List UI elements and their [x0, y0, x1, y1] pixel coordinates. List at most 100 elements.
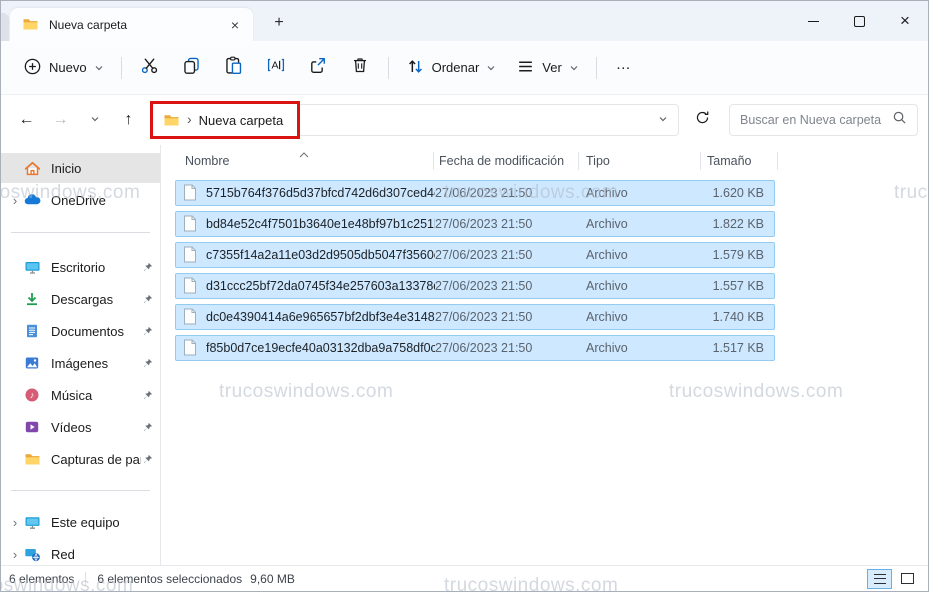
- expand-chevron-icon[interactable]: [7, 547, 23, 562]
- view-button[interactable]: Ver: [506, 50, 589, 86]
- sidebar-pinned-group: Escritorio Descargas Documentos: [1, 252, 160, 474]
- sidebar-item[interactable]: Escritorio: [1, 252, 160, 282]
- sidebar-item[interactable]: Capturas de pan: [1, 444, 160, 474]
- view-toggles: [864, 569, 920, 589]
- recent-locations-button[interactable]: [79, 105, 110, 136]
- cloud-icon: [23, 191, 41, 209]
- file-date: 27/06/2023 21:50: [435, 310, 579, 324]
- sidebar-item[interactable]: Inicio: [1, 153, 160, 183]
- column-header-type[interactable]: Tipo: [579, 154, 700, 168]
- sidebar-item[interactable]: OneDrive: [1, 185, 160, 215]
- sidebar-top-group: Inicio OneDrive: [1, 153, 160, 215]
- plus-circle-icon: [23, 57, 42, 79]
- file-date: 27/06/2023 21:50: [435, 279, 579, 293]
- maximize-button[interactable]: [836, 1, 882, 41]
- search-input[interactable]: Buscar en Nueva carpeta: [729, 104, 918, 136]
- refresh-button[interactable]: [686, 104, 718, 136]
- sidebar-item-label: OneDrive: [51, 193, 141, 208]
- expand-chevron-icon[interactable]: [7, 193, 23, 208]
- breadcrumb-highlight-box[interactable]: Nueva carpeta: [150, 101, 300, 139]
- file-row[interactable]: dc0e4390414a6e965657bf2dbf3e4e3148ae... …: [175, 304, 775, 330]
- sidebar-item[interactable]: Descargas: [1, 284, 160, 314]
- file-date: 27/06/2023 21:50: [435, 248, 579, 262]
- desktop-icon: [23, 258, 41, 276]
- expand-chevron-icon[interactable]: [7, 515, 23, 530]
- paste-button[interactable]: [213, 49, 255, 87]
- toolbar-separator: [596, 57, 597, 79]
- column-header-date[interactable]: Fecha de modificación: [434, 154, 578, 168]
- sidebar-item[interactable]: Este equipo: [1, 507, 160, 537]
- file-date: 27/06/2023 21:50: [435, 186, 579, 200]
- chevron-down-icon: [658, 111, 668, 129]
- new-button[interactable]: Nuevo: [13, 50, 114, 86]
- computer-icon: [23, 513, 41, 531]
- address-bar[interactable]: Nueva carpeta: [151, 104, 679, 136]
- file-icon: [183, 215, 198, 233]
- sidebar-bottom-group: Este equipo Red: [1, 507, 160, 569]
- sidebar-item[interactable]: Documentos: [1, 316, 160, 346]
- address-dropdown-button[interactable]: [658, 111, 668, 129]
- file-row[interactable]: c7355f14a2a11e03d2d9505db5047f3560e9... …: [175, 242, 775, 268]
- share-button[interactable]: [297, 49, 339, 87]
- more-options-button[interactable]: …: [604, 52, 644, 83]
- network-icon: [23, 545, 41, 563]
- forward-button[interactable]: [45, 105, 76, 136]
- file-row[interactable]: d31ccc25bf72da0745f34e257603a13378d8... …: [175, 273, 775, 299]
- pin-icon: [141, 357, 156, 370]
- close-button[interactable]: [882, 1, 928, 41]
- pin-icon: [141, 389, 156, 402]
- delete-button[interactable]: [339, 49, 381, 87]
- file-row[interactable]: f85b0d7ce19ecfe40a03132dba9a758df0cb... …: [175, 335, 775, 361]
- new-tab-button[interactable]: [266, 10, 292, 36]
- music-icon: ♪: [23, 386, 41, 404]
- tab-title: Nueva carpeta: [49, 18, 223, 32]
- column-separator[interactable]: [777, 152, 778, 170]
- tab-nueva-carpeta[interactable]: Nueva carpeta: [10, 8, 253, 41]
- file-icon: [183, 184, 198, 202]
- minimize-icon: [808, 21, 819, 22]
- back-button[interactable]: [11, 105, 42, 136]
- file-type: Archivo: [579, 248, 700, 262]
- file-size: 1.740 KB: [700, 310, 774, 324]
- file-row[interactable]: 5715b764f376d5d37bfcd742d6d307ced4e... 2…: [175, 180, 775, 206]
- sidebar-item[interactable]: Vídeos: [1, 412, 160, 442]
- column-header-size[interactable]: Tamaño: [701, 154, 777, 168]
- view-button-label: Ver: [542, 60, 562, 75]
- explorer-body: Inicio OneDrive: [1, 145, 928, 565]
- copy-icon: [182, 56, 201, 80]
- column-header-name[interactable]: Nombre: [175, 145, 433, 177]
- breadcrumb-folder[interactable]: Nueva carpeta: [199, 113, 284, 128]
- up-button[interactable]: [113, 105, 144, 136]
- sidebar-item[interactable]: ♪ Música: [1, 380, 160, 410]
- sort-button[interactable]: Ordenar: [396, 50, 507, 86]
- toolbar-separator: [388, 57, 389, 79]
- svg-text:♪: ♪: [30, 390, 35, 400]
- sidebar-item-label: Descargas: [51, 292, 141, 307]
- file-row[interactable]: bd84e52c4f7501b3640e1e48bf97b1c251b... 2…: [175, 211, 775, 237]
- image-icon: [23, 354, 41, 372]
- file-name: c7355f14a2a11e03d2d9505db5047f3560e9...: [206, 248, 435, 262]
- folder-icon: [23, 450, 41, 468]
- large-icons-view-button[interactable]: [895, 569, 920, 589]
- tab-bar: Nueva carpeta: [1, 1, 928, 41]
- cut-button[interactable]: [129, 49, 171, 87]
- address-row: Nueva carpeta Buscar en Nueva carpeta: [1, 95, 928, 145]
- details-view-button[interactable]: [867, 569, 892, 589]
- svg-text:A: A: [271, 60, 278, 72]
- file-icon: [183, 277, 198, 295]
- chevron-down-icon: [94, 63, 104, 73]
- file-rows: 5715b764f376d5d37bfcd742d6d307ced4e... 2…: [161, 177, 928, 361]
- file-name: 5715b764f376d5d37bfcd742d6d307ced4e...: [206, 186, 435, 200]
- tab-close-icon[interactable]: [223, 13, 247, 37]
- folder-icon: [22, 16, 39, 33]
- file-size: 1.620 KB: [700, 186, 774, 200]
- rename-button[interactable]: A: [255, 49, 297, 87]
- minimize-button[interactable]: [790, 1, 836, 41]
- file-name: d31ccc25bf72da0745f34e257603a13378d8...: [206, 279, 435, 293]
- sidebar-item[interactable]: Imágenes: [1, 348, 160, 378]
- copy-button[interactable]: [171, 49, 213, 87]
- details-view-icon: [874, 574, 886, 584]
- file-explorer-window: Nueva carpeta Nuevo A Ordenar: [0, 0, 929, 592]
- file-name: dc0e4390414a6e965657bf2dbf3e4e3148ae...: [206, 310, 435, 324]
- file-name: f85b0d7ce19ecfe40a03132dba9a758df0cb...: [206, 341, 435, 355]
